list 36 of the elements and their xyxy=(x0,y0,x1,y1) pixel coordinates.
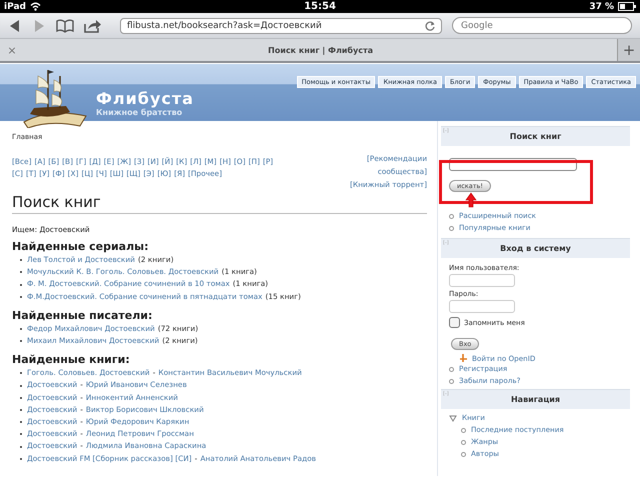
book-icon[interactable] xyxy=(56,18,74,32)
clock-time: 15:54 xyxy=(304,1,336,12)
wifi-icon xyxy=(30,2,41,11)
circle-bullet-icon xyxy=(461,452,466,456)
new-tab-button[interactable]: + xyxy=(617,39,640,61)
expanded-triangle-icon[interactable] xyxy=(449,414,457,422)
circle-bullet-icon xyxy=(461,428,466,432)
back-icon[interactable] xyxy=(8,18,22,32)
battery-percent: 37 % xyxy=(589,2,614,12)
circle-bullet-icon xyxy=(449,366,454,372)
share-icon[interactable] xyxy=(84,18,102,32)
password-field[interactable] xyxy=(449,300,515,313)
block-title: Навигация xyxy=(510,395,561,404)
arrow-drawing xyxy=(465,192,477,208)
device-name: iPad xyxy=(4,2,26,12)
circle-bullet-icon xyxy=(449,226,454,230)
section-heading: Найденные книги: xyxy=(12,353,131,366)
battery-icon xyxy=(618,2,636,11)
site-tagline: Книжное братство xyxy=(96,108,184,118)
search-field[interactable]: Google xyxy=(452,17,632,34)
address-field[interactable]: flibusta.net/booksearch?ask=Достоевский xyxy=(120,18,442,34)
page-title: Поиск книг xyxy=(12,193,427,214)
block-title: Поиск книг xyxy=(508,132,562,141)
section-heading: Найденные писатели: xyxy=(12,308,154,322)
site-name[interactable]: Флибуста xyxy=(96,90,194,108)
tab-title[interactable]: Поиск книг | Флибуста xyxy=(24,46,617,54)
block-title: Вход в систему xyxy=(499,244,572,253)
close-tab-button[interactable]: × xyxy=(0,44,24,56)
remember-checkbox[interactable] xyxy=(449,317,460,328)
username-field[interactable] xyxy=(449,274,515,287)
section-heading: Найденные сериалы: xyxy=(12,240,150,253)
circle-bullet-icon xyxy=(449,214,454,218)
reload-icon xyxy=(425,20,435,30)
circle-bullet-icon xyxy=(449,378,454,384)
openid-icon xyxy=(459,353,469,363)
circle-bullet-icon xyxy=(461,440,466,444)
